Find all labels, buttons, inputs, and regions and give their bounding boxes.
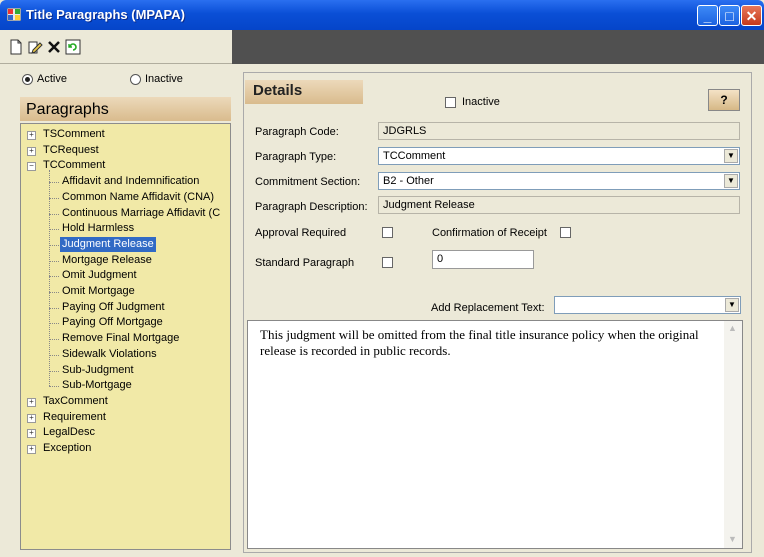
standard-paragraph-checkbox[interactable] — [382, 257, 393, 268]
paragraph-type-select[interactable]: TCComment ▼ — [378, 147, 740, 165]
inactive-radio-dot — [130, 73, 141, 85]
tree-connector — [49, 213, 59, 215]
tree-child-item[interactable]: Mortgage Release — [62, 253, 152, 268]
maximize-button[interactable]: □ — [719, 5, 740, 26]
active-radio-dot — [22, 73, 33, 85]
inactive-checkbox[interactable] — [445, 96, 456, 108]
tree-connector — [49, 229, 59, 231]
tree-node[interactable]: TCRequest — [43, 143, 99, 158]
chevron-down-icon[interactable]: ▼ — [724, 174, 738, 188]
tree-connector — [49, 292, 59, 293]
tree-connector — [49, 307, 59, 309]
active-radio[interactable]: Active — [22, 73, 67, 85]
paragraph-type-value: TCComment — [383, 150, 446, 162]
new-document-icon[interactable] — [8, 39, 24, 55]
tree-connector — [49, 370, 59, 372]
paragraph-code-field[interactable]: JDGRLS — [378, 122, 740, 140]
tree-connector — [49, 339, 59, 341]
inactive-radio[interactable]: Inactive — [130, 73, 183, 85]
tree-node[interactable]: LegalDesc — [43, 425, 95, 440]
tree-child-item[interactable]: Paying Off Judgment — [62, 300, 165, 315]
collapse-icon[interactable]: − — [27, 162, 36, 172]
window-title: Title Paragraphs (MPAPA) — [26, 7, 185, 22]
tree-child-item[interactable]: Paying Off Mortgage — [62, 315, 163, 330]
tree-child-item[interactable]: Sub-Judgment — [62, 363, 134, 378]
tree-node[interactable]: TCComment — [43, 158, 105, 173]
tree-connector — [49, 323, 59, 325]
paragraph-type-label: Paragraph Type: — [255, 151, 337, 163]
tree-connector — [49, 182, 59, 184]
tree-node[interactable]: TSComment — [43, 127, 105, 142]
chevron-down-icon[interactable]: ▼ — [725, 298, 739, 312]
toolbar — [0, 30, 764, 64]
chevron-down-icon[interactable]: ▼ — [724, 149, 738, 163]
tree-connector — [49, 170, 50, 387]
paragraph-text-area[interactable]: This judgment will be omitted from the f… — [247, 320, 743, 549]
close-button[interactable]: ✕ — [741, 5, 762, 26]
paragraph-description-field[interactable]: Judgment Release — [378, 196, 740, 214]
toolbar-button-strip — [0, 30, 232, 64]
tree-child-item[interactable]: Continuous Marriage Affidavit (C — [62, 206, 220, 221]
app-icon — [7, 8, 21, 21]
confirmation-receipt-checkbox[interactable] — [560, 227, 571, 238]
close-icon: ✕ — [745, 8, 758, 24]
tree-child-item[interactable]: Remove Final Mortgage — [62, 331, 179, 346]
tree-connector — [49, 386, 59, 388]
expand-icon[interactable]: + — [27, 397, 36, 407]
expand-icon[interactable]: + — [27, 131, 36, 140]
approval-required-label: Approval Required — [255, 227, 347, 239]
paragraphs-header: Paragraphs — [20, 97, 231, 121]
tree-child-item[interactable]: Sub-Mortgage — [62, 378, 132, 393]
tree-child-item[interactable]: Omit Mortgage — [62, 284, 135, 299]
tree-connector — [49, 197, 59, 199]
delete-icon[interactable] — [46, 39, 62, 55]
replacement-text-label: Add Replacement Text: — [431, 302, 545, 314]
help-button[interactable]: ? — [708, 89, 740, 111]
refresh-icon[interactable] — [65, 39, 81, 55]
inactive-radio-label: Inactive — [145, 73, 183, 85]
tree-child-item[interactable]: Judgment Release — [60, 236, 156, 252]
commitment-section-select[interactable]: B2 - Other ▼ — [378, 172, 740, 190]
standard-paragraph-field[interactable]: 0 — [432, 250, 534, 269]
tree-connector — [49, 244, 59, 246]
tree-connector — [49, 354, 59, 356]
standard-paragraph-label: Standard Paragraph — [255, 257, 355, 269]
tree-child-item[interactable]: Sidewalk Violations — [62, 347, 157, 362]
scroll-up-icon[interactable]: ▲ — [728, 323, 737, 333]
tree-child-item[interactable]: Affidavit and Indemnification — [62, 174, 199, 189]
expand-icon[interactable]: + — [27, 429, 36, 439]
minimize-button[interactable]: _ — [697, 5, 718, 26]
tree-connector — [49, 260, 59, 262]
tree-node[interactable]: Requirement — [43, 410, 106, 425]
tree-child-item[interactable]: Hold Harmless — [62, 221, 134, 236]
replacement-text-select[interactable]: ▼ — [554, 296, 741, 314]
expand-icon[interactable]: + — [27, 413, 36, 423]
minimize-icon: _ — [703, 8, 712, 24]
expand-icon[interactable]: + — [27, 146, 36, 156]
inactive-checkbox-label: Inactive — [462, 96, 500, 108]
commitment-section-value: B2 - Other — [383, 175, 434, 187]
details-header: Details — [245, 80, 363, 104]
approval-required-checkbox[interactable] — [382, 227, 393, 238]
confirmation-receipt-label: Confirmation of Receipt — [432, 227, 547, 239]
paragraph-description-label: Paragraph Description: — [255, 201, 368, 213]
expand-icon[interactable]: + — [27, 445, 36, 454]
inactive-checkbox-row[interactable]: Inactive — [445, 96, 500, 108]
paragraph-code-label: Paragraph Code: — [255, 126, 339, 138]
title-bar[interactable]: Title Paragraphs (MPAPA) _ □ ✕ — [0, 0, 764, 30]
maximize-icon: □ — [725, 8, 734, 24]
tree-connector — [49, 276, 59, 278]
tree-node[interactable]: Exception — [43, 441, 91, 456]
tree-child-item[interactable]: Common Name Affidavit (CNA) — [62, 190, 214, 205]
text-area-scrollbar[interactable]: ▲ ▼ — [724, 321, 742, 548]
commitment-section-label: Commitment Section: — [255, 176, 361, 188]
edit-icon[interactable] — [27, 39, 43, 55]
scroll-down-icon[interactable]: ▼ — [728, 534, 737, 544]
active-radio-label: Active — [37, 73, 67, 85]
tree-child-item[interactable]: Omit Judgment — [62, 268, 137, 283]
tree-node[interactable]: TaxComment — [43, 394, 108, 409]
paragraph-tree[interactable]: + TSComment + TCRequest − TCComment Affidavit … — [20, 123, 231, 550]
